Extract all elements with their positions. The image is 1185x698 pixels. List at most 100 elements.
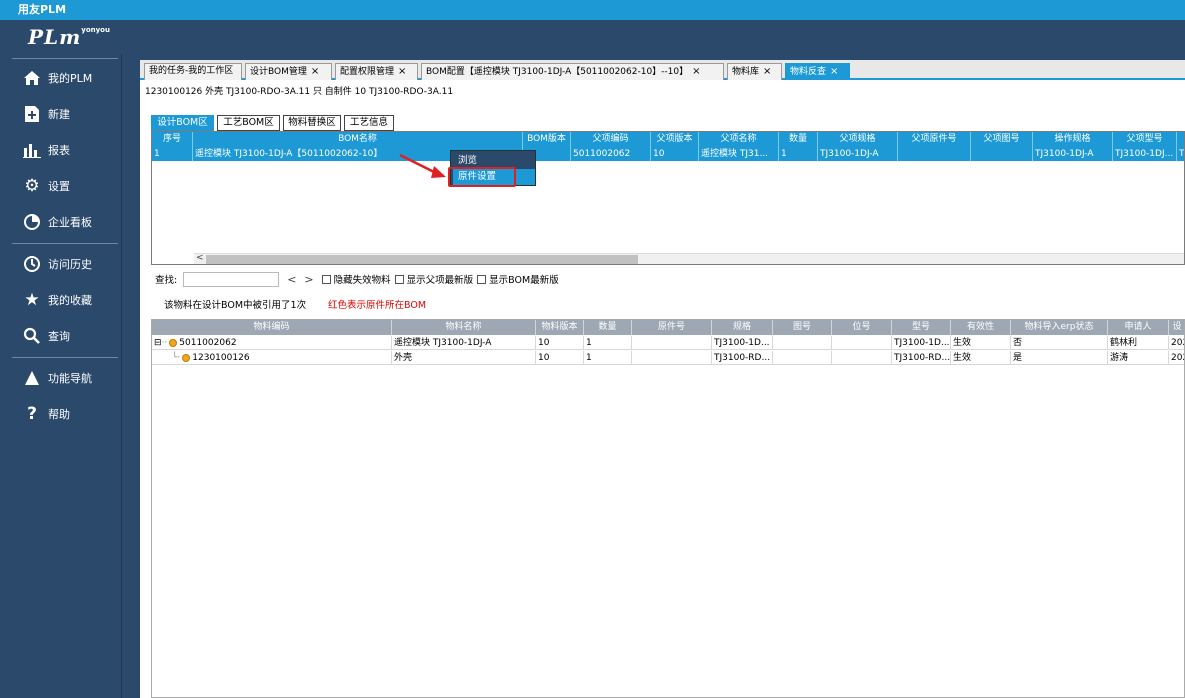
column-header[interactable]: 数量	[584, 320, 632, 335]
column-header[interactable]: 父项规格	[818, 132, 898, 147]
column-header[interactable]: 物料编码	[152, 320, 392, 335]
hide-invalid-checkbox[interactable]	[321, 274, 331, 284]
tab-material-reverse-lookup[interactable]: 物料反查 ×	[785, 63, 850, 80]
chevron-left-icon[interactable]: <	[196, 253, 204, 263]
usage-note: 该物料在设计BOM中被引用了1次	[164, 300, 307, 311]
column-header[interactable]: 规格	[712, 320, 773, 335]
search-input[interactable]	[183, 271, 280, 287]
column-header[interactable]: 物料导入erp状态	[1011, 320, 1108, 335]
tab-design-bom[interactable]: 设计BOM管理 ×	[245, 63, 332, 80]
plm-logo: PLmyonyou	[28, 25, 110, 49]
sidebar-item-new[interactable]: 新建	[0, 99, 122, 129]
sidebar: 我的PLM 新建 报表 ⚙ 设置 企业看板 访问历史 ★ 我的收藏 查询 功能导…	[0, 54, 122, 698]
subtab-design-bom[interactable]: 设计BOM区	[151, 115, 214, 131]
tab-bom-config[interactable]: BOM配置【遥控模块 TJ3100-1DJ-A【5011002062-10】--…	[421, 63, 724, 80]
column-header[interactable]: BOM版本	[523, 132, 571, 147]
history-clock-icon	[22, 254, 42, 274]
table-cell: 1	[584, 351, 632, 365]
bom-table: 序号 BOM名称 BOM版本 父项编码 父项版本 父项名称 数量 父项规格 父项…	[151, 131, 1185, 265]
close-icon[interactable]: ×	[311, 66, 319, 77]
sidebar-item-help[interactable]: ? 帮助	[0, 399, 122, 429]
column-header[interactable]: 有效性	[951, 320, 1011, 335]
column-header[interactable]: 原件号	[632, 320, 712, 335]
sidebar-divider	[12, 243, 118, 244]
sidebar-item-reports[interactable]: 报表	[0, 135, 122, 165]
red-hint-note: 红色表示原件所在BOM	[328, 300, 427, 311]
subtab-process-bom[interactable]: 工艺BOM区	[217, 115, 280, 131]
close-icon[interactable]: ×	[398, 66, 406, 77]
tree-expander-icon[interactable]: ⊟	[154, 338, 162, 348]
column-header[interactable]: 物料版本	[536, 320, 584, 335]
checkbox-label: 显示父项最新版	[406, 275, 474, 286]
app-title-bar: 用友PLM	[0, 0, 1185, 20]
checkbox-label: 隐藏失效物料	[333, 275, 391, 286]
app-title: 用友PLM	[18, 3, 67, 16]
scrollbar-thumb[interactable]	[206, 255, 638, 264]
tree-row[interactable]: └· 1230100126 外壳 10 1 TJ3100-RD... TJ3100…	[152, 351, 1184, 365]
horizontal-scrollbar[interactable]: <	[194, 253, 1184, 264]
column-header[interactable]: 数量	[779, 132, 818, 147]
tab-material-library[interactable]: 物料库 ×	[727, 63, 782, 80]
show-parent-latest-checkbox[interactable]	[394, 274, 404, 284]
navigation-triangle-icon	[22, 368, 42, 388]
column-header[interactable]: 位号	[832, 320, 892, 335]
material-icon	[182, 353, 191, 362]
column-header[interactable]: 设	[1169, 320, 1184, 335]
column-header[interactable]: 申请人	[1108, 320, 1169, 335]
table-row[interactable]: 1 遥控模块 TJ3100-1DJ-A【5011002062-10】 50110…	[152, 147, 1184, 161]
pie-chart-icon	[22, 212, 42, 232]
sidebar-item-favorites[interactable]: ★ 我的收藏	[0, 285, 122, 315]
sidebar-item-label: 功能导航	[48, 372, 92, 385]
subtab-process-info[interactable]: 工艺信息	[344, 115, 394, 131]
column-header[interactable]: 序号	[152, 132, 193, 147]
column-header[interactable]: BOM名称	[193, 132, 523, 147]
table-cell	[898, 147, 971, 161]
table-cell: 1	[779, 147, 818, 161]
column-header[interactable]: 父项型号	[1113, 132, 1177, 147]
search-icon	[22, 326, 42, 346]
column-header[interactable]: 父项版本	[651, 132, 699, 147]
table-cell: TJ3100-1DJ...	[1113, 147, 1177, 161]
close-icon[interactable]: ×	[692, 66, 700, 77]
tab-permissions[interactable]: 配置权限管理 ×	[335, 63, 418, 80]
column-header[interactable]: 型号	[892, 320, 951, 335]
header-bar: PLmyonyou	[0, 20, 1185, 54]
help-question-icon: ?	[27, 404, 37, 424]
table-cell	[971, 147, 1033, 161]
subtab-material-replace[interactable]: 物料替换区	[283, 115, 341, 131]
sidebar-item-function-nav[interactable]: 功能导航	[0, 363, 122, 393]
red-arrow-annotation	[399, 153, 446, 178]
show-bom-latest-checkbox[interactable]	[477, 274, 487, 284]
column-header[interactable]: 物料名称	[392, 320, 536, 335]
table-cell: 是	[1011, 351, 1108, 365]
sidebar-item-history[interactable]: 访问历史	[0, 249, 122, 279]
tree-table-header: 物料编码 物料名称 物料版本 数量 原件号 规格 图号 位号 型号 有效性 物料…	[152, 320, 1184, 335]
table-cell: 否	[1011, 336, 1108, 350]
column-header[interactable]: 操作规格	[1033, 132, 1113, 147]
sidebar-item-query[interactable]: 查询	[0, 321, 122, 351]
column-header[interactable]: 父项图号	[971, 132, 1033, 147]
tree-row[interactable]: ⊟·· 5011002062 遥控模块 TJ3100-1DJ-A 10 1 TJ3…	[152, 336, 1184, 350]
tab-my-tasks[interactable]: 我的任务-我的工作区	[144, 63, 242, 80]
column-header[interactable]: 父项编码	[571, 132, 651, 147]
plm-window: 用友PLM PLmyonyou 我的PLM 新建 报表 ⚙ 设置 企业看板 访问…	[0, 0, 1185, 698]
column-header[interactable]: 图号	[773, 320, 832, 335]
sidebar-item-my-plm[interactable]: 我的PLM	[0, 63, 122, 93]
sidebar-item-dashboard[interactable]: 企业看板	[0, 207, 122, 237]
previous-button[interactable]: <	[287, 273, 296, 286]
next-button[interactable]: >	[304, 273, 313, 286]
table-cell: 遥控模块 TJ31...	[699, 147, 779, 161]
table-cell: ⊟·· 5011002062	[152, 336, 392, 350]
table-cell	[632, 336, 712, 350]
sidebar-item-settings[interactable]: ⚙ 设置	[0, 171, 122, 201]
sidebar-item-label: 查询	[48, 330, 70, 343]
sidebar-item-label: 企业看板	[48, 216, 92, 229]
search-bar: 查找: < > 隐藏失效物料 显示父项最新版 显示BOM最新版	[155, 271, 559, 287]
checkbox-label: 显示BOM最新版	[489, 275, 559, 286]
close-icon[interactable]: ×	[830, 66, 838, 77]
close-icon[interactable]: ×	[763, 66, 771, 77]
material-tree-table: 物料编码 物料名称 物料版本 数量 原件号 规格 图号 位号 型号 有效性 物料…	[151, 319, 1185, 698]
red-highlight-box	[448, 167, 516, 187]
column-header[interactable]: 父项名称	[699, 132, 779, 147]
column-header[interactable]: 父项原件号	[898, 132, 971, 147]
